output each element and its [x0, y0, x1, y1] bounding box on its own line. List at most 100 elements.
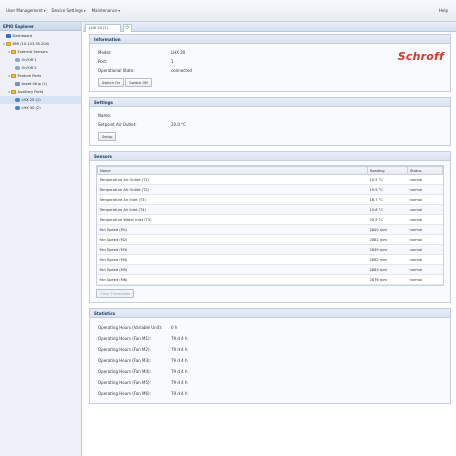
stat-row: Operating Hours (Fan M5): 79 d 4 h [98, 377, 442, 388]
stat-row: Operating Hours (Variable Unit): 0 h [98, 322, 442, 333]
stat-value: 79 d 4 h [171, 369, 188, 374]
table-row[interactable]: Fan Speed (M6) 2876 rpm normal [97, 274, 443, 285]
stat-value: 79 d 4 h [171, 380, 188, 385]
sensor-status: normal [407, 244, 443, 255]
sensors-table-wrap: Name Reading Status Temperature Air Outl… [96, 165, 444, 286]
tree-item-auxiliary-ports[interactable]: ▾ Auxiliary Ports [0, 88, 81, 96]
menu-maintenance[interactable]: Maintenance ▾ [92, 8, 121, 13]
main-content: Information Schroff Model: LHX 20 Port: … [89, 34, 451, 409]
tree-item-onoff-1[interactable]: On/Off 1 [0, 56, 81, 64]
statistics-title: Statistics [90, 309, 450, 318]
info-label: Operational State: [98, 68, 135, 73]
chevron-down-icon: ▾ [118, 8, 121, 13]
sensor-name: Temperature Air Inlet (T4) [97, 204, 368, 215]
table-row[interactable]: Temperature Air Outlet (T2) 19.5 °C norm… [97, 184, 443, 195]
tree-item-label: LHX 40 (2) [21, 106, 41, 110]
sensor-name: Fan Speed (M1) [97, 224, 368, 235]
column-header-status[interactable]: Status [407, 166, 443, 175]
sensor-status: normal [407, 184, 443, 195]
sensor-status: normal [407, 264, 443, 275]
sensor-reading: 18.7 °C [367, 194, 408, 205]
sensor-reading: 2882 rpm [367, 254, 408, 265]
setup-button[interactable]: Setup [98, 132, 117, 141]
stat-value: 0 h [171, 325, 178, 330]
column-header-reading[interactable]: Reading [367, 166, 408, 175]
tree-item-external-sensors[interactable]: ▾ External Sensors [0, 48, 81, 56]
tree-item-lhx20[interactable]: LHX 20 (1) [0, 96, 81, 104]
unit-icon [15, 98, 20, 102]
folder-icon [6, 42, 11, 46]
settings-row-name: Name: [98, 111, 442, 120]
sensor-status: normal [407, 204, 443, 215]
schroff-logo: Schroff [397, 50, 444, 63]
clear-thresholds-button[interactable]: Clear Thresholds [96, 289, 135, 298]
explorer-title: EPIO Explorer [0, 22, 81, 31]
tree-item-asset-strip[interactable]: Asset Strip (1) [0, 80, 81, 88]
stat-row: Operating Hours (Fan M1): 79 d 4 h [98, 333, 442, 344]
tree-item-dashboard[interactable]: Dashboard [0, 32, 81, 40]
information-body: Schroff Model: LHX 20 Port: 1 Operationa… [90, 44, 450, 91]
tree-item-label: Dashboard [12, 34, 33, 38]
settings-panel: Settings Name: Setpoint Air Outlet: 20.0… [89, 97, 451, 146]
stat-label: Operating Hours (Fan M3): [98, 358, 151, 363]
statistics-panel: Statistics Operating Hours (Variable Uni… [89, 308, 451, 404]
info-row-state: Operational State: connected [98, 66, 442, 75]
table-row[interactable]: Temperature Air Inlet (T4) 19.6 °C norma… [97, 204, 443, 215]
sensor-reading: 19.6 °C [367, 204, 408, 215]
sensor-icon [15, 58, 20, 62]
tree-item-lhx40[interactable]: LHX 40 (2) [0, 104, 81, 112]
settings-label: Name: [98, 113, 112, 118]
tree-item-onoff-2[interactable]: On/Off 2 [0, 64, 81, 72]
table-row[interactable]: Fan Speed (M2) 2881 rpm normal [97, 234, 443, 245]
menu-label: Device Settings [51, 8, 83, 13]
stat-row: Operating Hours (Fan M6): 79 d 4 h [98, 388, 442, 399]
column-header-name[interactable]: Name [97, 166, 368, 175]
tree-item-bmi[interactable]: ▾ BMI (10.103.35.204) [0, 40, 81, 48]
tab-lhx20[interactable]: LHX 20 (1) [85, 24, 121, 32]
table-row[interactable]: Fan Speed (M1) 2840 rpm normal [97, 224, 443, 235]
tab-bar: LHX 20 (1) ⟳ [83, 22, 456, 32]
stat-row: Operating Hours (Fan M2): 79 d 4 h [98, 344, 442, 355]
tree-item-label: Asset Strip (1) [21, 82, 48, 86]
refresh-icon[interactable]: ⟳ [123, 24, 132, 32]
table-row[interactable]: Temperature Air Inlet (T3) 18.7 °C norma… [97, 194, 443, 205]
info-value: LHX 20 [171, 50, 186, 55]
table-row[interactable]: Temperature Water Inlet (T5) 20.9 °C nor… [97, 214, 443, 225]
menu-bar: User Management ▾ Device Settings ▾ Main… [0, 0, 456, 22]
info-value: 1 [171, 59, 174, 64]
table-row[interactable]: Fan Speed (M4) 2882 rpm normal [97, 254, 443, 265]
switch-off-button[interactable]: Switch Off [125, 78, 152, 87]
switch-buttons: Switch On Switch Off [98, 78, 442, 87]
tree-item-label: Auxiliary Ports [17, 90, 44, 94]
table-row[interactable]: Temperature Air Outlet (T1) 19.5 °C norm… [97, 174, 443, 185]
sensor-name: Fan Speed (M5) [97, 264, 368, 275]
stat-label: Operating Hours (Fan M6): [98, 391, 151, 396]
menu-label: User Management [6, 8, 43, 13]
stat-row: Operating Hours (Fan M4): 79 d 4 h [98, 366, 442, 377]
sensor-name: Temperature Air Outlet (T1) [97, 174, 368, 185]
menu-user-management[interactable]: User Management ▾ [6, 8, 46, 13]
unit-icon [15, 106, 20, 110]
sensor-name: Temperature Water Inlet (T5) [97, 214, 368, 225]
sensor-name: Fan Speed (M2) [97, 234, 368, 245]
chevron-down-icon: ▾ [43, 8, 46, 13]
sensor-icon [15, 66, 20, 70]
table-row[interactable]: Fan Speed (M3) 2839 rpm normal [97, 244, 443, 255]
sensor-status: normal [407, 254, 443, 265]
information-title: Information [90, 35, 450, 44]
menu-device-settings[interactable]: Device Settings ▾ [52, 8, 86, 13]
sensor-name: Fan Speed (M6) [97, 274, 368, 285]
port-icon [15, 82, 20, 86]
help-link[interactable]: Help [439, 8, 448, 13]
info-label: Port: [98, 59, 108, 64]
sensor-status: normal [407, 224, 443, 235]
table-row[interactable]: Fan Speed (M5) 2883 rpm normal [97, 264, 443, 275]
switch-on-button[interactable]: Switch On [98, 78, 125, 87]
info-row-port: Port: 1 [98, 57, 442, 66]
information-panel: Information Schroff Model: LHX 20 Port: … [89, 34, 451, 92]
statistics-body: Operating Hours (Variable Unit): 0 h Ope… [90, 318, 450, 403]
sensor-status: normal [407, 174, 443, 185]
stat-label: Operating Hours (Fan M4): [98, 369, 151, 374]
sensor-reading: 2840 rpm [367, 224, 408, 235]
tree-item-feature-ports[interactable]: ▾ Feature Ports [0, 72, 81, 80]
